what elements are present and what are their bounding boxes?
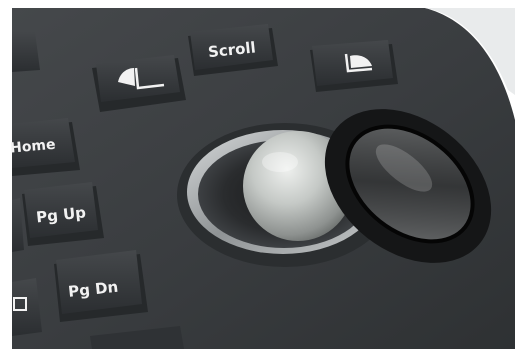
pg-dn-key[interactable]: Pg Dn <box>54 250 148 322</box>
ball-highlight <box>262 152 298 172</box>
home-key[interactable]: Home <box>10 118 80 176</box>
trackball-keyboard-photo: Scroll Home Pg Up Pg Dn <box>0 0 515 349</box>
pg-up-key[interactable]: Pg Up <box>22 182 104 246</box>
photo-svg: Scroll Home Pg Up Pg Dn <box>0 0 515 349</box>
right-click-key[interactable] <box>310 40 398 92</box>
